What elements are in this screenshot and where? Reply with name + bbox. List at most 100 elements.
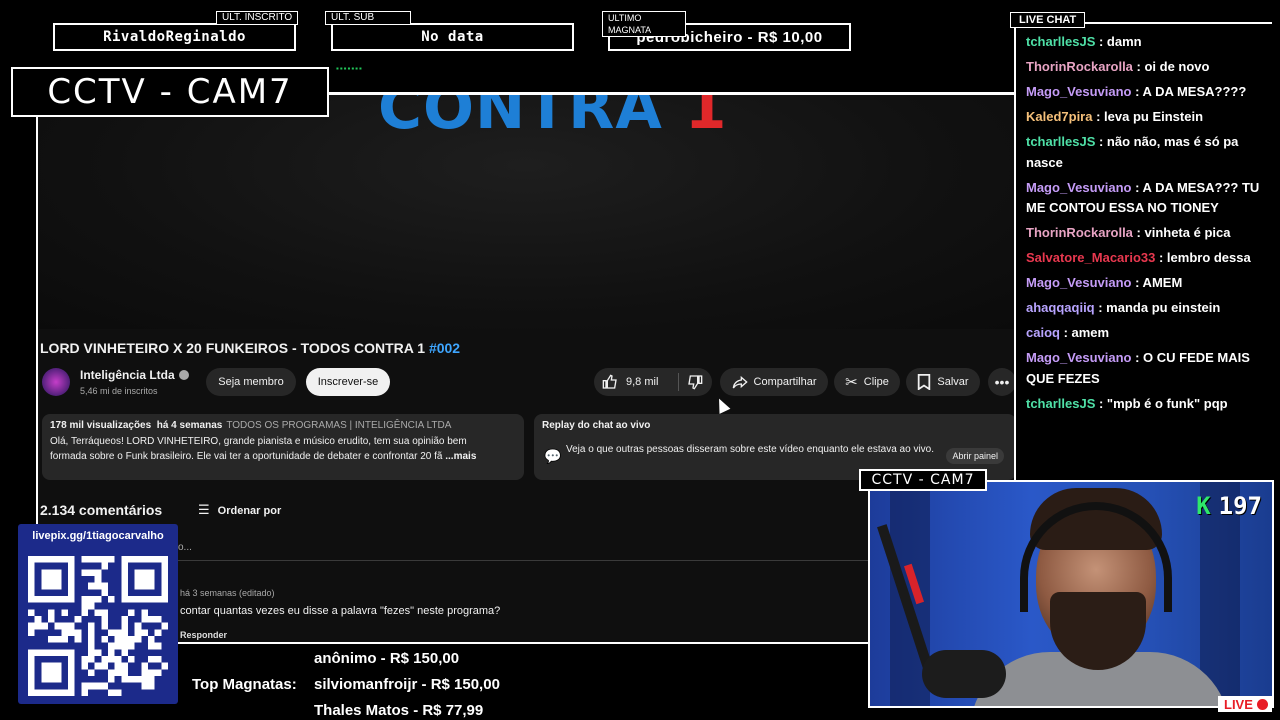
thumbnail-text-blue: CONTRA — [378, 95, 685, 143]
save-button[interactable]: Salvar — [906, 368, 980, 396]
chat-message: caioq : amem — [1026, 323, 1266, 344]
ult-inscrito-value: RivaldoReginaldo — [103, 29, 246, 45]
magnata-entry-2: silviomanfroijr - R$ 150,00 — [314, 676, 500, 693]
chat-username[interactable]: Salvatore_Macario33 — [1026, 250, 1155, 265]
chat-text: : AMEM — [1131, 275, 1183, 290]
chat-username[interactable]: ahaqqaqiiq — [1026, 300, 1095, 315]
chat-text: : oi de novo — [1132, 59, 1210, 74]
chat-username[interactable]: Mago_Vesuviano — [1026, 84, 1131, 99]
chat-text: : manda pu einstein — [1094, 300, 1221, 315]
chat-text: : amem — [1059, 325, 1110, 340]
ult-inscrito-tag: ULT. INSCRITO — [216, 11, 299, 25]
chat-message: ahaqqaqiiq : manda pu einstein — [1026, 298, 1266, 319]
live-label: LIVE — [1224, 697, 1253, 712]
video-player[interactable]: CONTRA 1 — [38, 95, 1014, 329]
sort-icon: ☰ — [198, 502, 210, 517]
kill-letter: K — [1196, 492, 1211, 520]
like-count: 9,8 mil — [626, 376, 659, 388]
magnata-entry-3: Thales Matos - R$ 77,99 — [314, 702, 484, 719]
description-meta: 178 mil visualizações há 4 semanas TODOS … — [50, 420, 516, 431]
chat-text: : vinheta é pica — [1132, 225, 1231, 240]
chat-username[interactable]: caioq — [1026, 325, 1060, 340]
share-button[interactable]: Compartilhar — [720, 368, 828, 396]
video-thumbnail-text: CONTRA 1 — [378, 95, 727, 143]
channel-name-text[interactable]: Inteligência Ltda — [80, 368, 175, 382]
chat-text: : lembro dessa — [1155, 250, 1251, 265]
chat-text: : A DA MESA???? — [1131, 84, 1247, 99]
description-text: Olá, Terráqueos! LORD VINHETEIRO, grande… — [50, 434, 516, 464]
description-line-2: formada sobre o Funk brasileiro. Ele vai… — [50, 451, 443, 462]
kill-counter: K 197 — [1196, 492, 1262, 520]
webcam-feed: K 197 — [868, 480, 1274, 708]
qr-code-icon — [28, 556, 168, 696]
share-label: Compartilhar — [753, 376, 817, 388]
top-magnatas-label: Top Magnatas: — [192, 676, 297, 693]
video-title: LORD VINHETEIRO X 20 FUNKEIROS - TODOS C… — [40, 340, 460, 356]
clip-button[interactable]: ✂ Clipe — [834, 368, 900, 396]
chat-username[interactable]: tcharllesJS — [1026, 34, 1095, 49]
add-comment-input[interactable]: o... — [178, 542, 192, 553]
save-label: Salvar — [937, 376, 969, 388]
chat-bubble-icon: 💬 — [544, 448, 562, 464]
chat-messages: tcharllesJS : damn ThorinRockarolla : oi … — [1026, 32, 1266, 414]
clip-label: Clipe — [863, 376, 889, 388]
description-box[interactable]: 178 mil visualizações há 4 semanas TODOS … — [42, 414, 524, 480]
more-actions-button[interactable]: ••• — [988, 368, 1014, 396]
ult-sub-tag: ULT. SUB — [325, 11, 411, 25]
chat-username[interactable]: Mago_Vesuviano — [1026, 275, 1131, 290]
comment-meta: há 3 semanas (editado) — [180, 588, 275, 598]
chat-username[interactable]: Kaled7pira — [1026, 109, 1092, 124]
chat-message: Kaled7pira : leva pu Einstein — [1026, 107, 1266, 128]
verified-icon — [178, 370, 189, 380]
live-chat-tag: LIVE CHAT — [1010, 12, 1086, 28]
chat-username[interactable]: Mago_Vesuviano — [1026, 350, 1131, 365]
like-button[interactable]: 9,8 mil — [594, 368, 712, 396]
chat-message: ThorinRockarolla : oi de novo — [1026, 57, 1266, 78]
sort-button[interactable]: ☰ Ordenar por — [198, 502, 281, 518]
join-member-button[interactable]: Seja membro — [206, 368, 296, 396]
chat-message: Mago_Vesuviano : A DA MESA??? TU ME CONT… — [1026, 178, 1266, 219]
chat-username[interactable]: ThorinRockarolla — [1026, 59, 1133, 74]
chat-text: : "mpb é o funk" pqp — [1095, 395, 1228, 411]
description-more-link[interactable]: ...mais — [445, 451, 476, 462]
ult-inscrito-box: RivaldoReginaldo — [53, 23, 296, 51]
chat-message: Salvatore_Macario33 : lembro dessa — [1026, 248, 1266, 269]
cctv-cam-tag: CCTV - CAM7 — [859, 469, 987, 491]
comments-count: 2.134 comentários — [40, 502, 163, 518]
reply-button[interactable]: Responder — [180, 630, 227, 640]
chat-message: Mago_Vesuviano : A DA MESA???? — [1026, 82, 1266, 103]
chat-replay-text: Veja o que outras pessoas disseram sobre… — [566, 444, 935, 455]
thumbs-up-icon — [602, 374, 617, 389]
chat-replay-title: Replay do chat ao vivo — [542, 420, 651, 431]
chat-text: : damn — [1095, 34, 1142, 49]
live-dot-icon — [1256, 699, 1268, 710]
description-line-1: Olá, Terráqueos! LORD VINHETEIRO, grande… — [50, 436, 467, 447]
pix-link[interactable]: livepix.gg/1tiagocarvalho — [18, 530, 178, 542]
thumbs-down-icon[interactable] — [687, 374, 703, 390]
ult-sub-box: No data — [331, 23, 574, 51]
chat-username[interactable]: Mago_Vesuviano — [1026, 180, 1131, 195]
channel-subscribers: 5,46 mi de inscritos — [80, 386, 158, 396]
like-divider — [678, 373, 680, 391]
chat-message: Mago_Vesuviano : AMEM — [1026, 273, 1266, 294]
channel-name[interactable]: Inteligência Ltda — [80, 368, 189, 382]
cctv-title: CCTV - CAM7 — [11, 67, 329, 117]
chat-message: tcharllesJS : damn — [1026, 32, 1266, 53]
chat-message: tcharllesJS : "mpb é o funk" pqp — [1026, 394, 1266, 415]
chat-username[interactable]: tcharllesJS — [1026, 134, 1095, 149]
chat-message: tcharllesJS : não não, mas é só pa nasce — [1026, 132, 1266, 173]
program-link[interactable]: TODOS OS PROGRAMAS | INTELIGÊNCIA LTDA — [226, 420, 451, 431]
chat-message: Mago_Vesuviano : O CU FEDE MAIS QUE FEZE… — [1026, 348, 1266, 389]
open-panel-button[interactable]: Abrir painel — [946, 448, 1004, 464]
video-title-hashtag[interactable]: #002 — [429, 340, 460, 356]
chat-username[interactable]: ThorinRockarolla — [1026, 225, 1133, 240]
microphone-icon — [922, 650, 1006, 698]
subscribe-button[interactable]: Inscrever-se — [306, 368, 390, 396]
chat-username[interactable]: tcharllesJS — [1026, 396, 1095, 411]
kill-count: 197 — [1218, 492, 1262, 520]
view-count: 178 mil visualizações — [50, 420, 152, 431]
ultimo-magnata-tag: ULTIMO MAGNATA — [602, 11, 686, 37]
live-chat: tcharllesJS : damn ThorinRockarolla : oi … — [1014, 22, 1272, 480]
scissors-icon: ✂ — [845, 374, 858, 391]
channel-avatar[interactable] — [42, 368, 70, 396]
